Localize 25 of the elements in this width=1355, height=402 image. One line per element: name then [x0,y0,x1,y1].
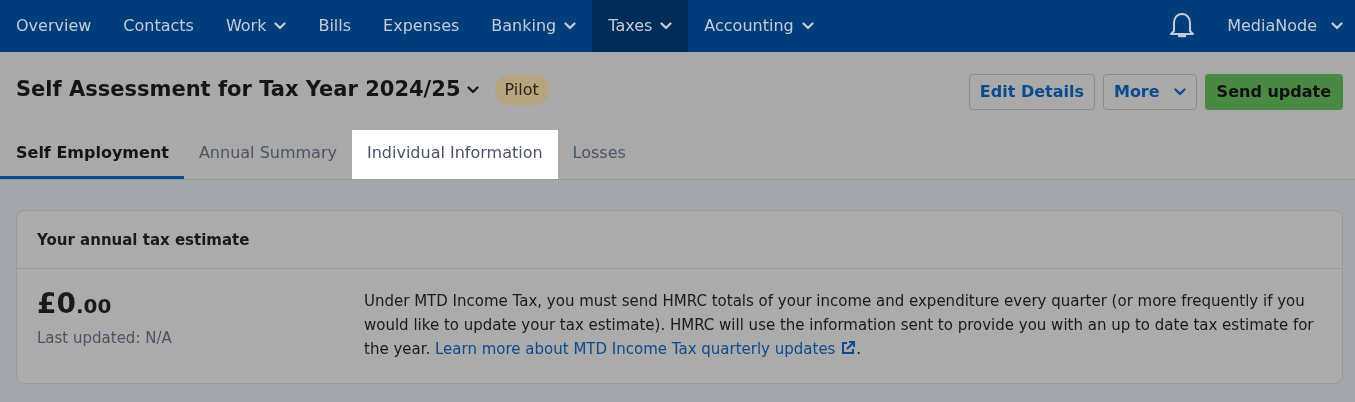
chevron-icon [466,85,479,94]
more-dropdown-button[interactable]: More [1102,74,1197,110]
chevron-icon [1331,22,1343,30]
status-badge: Pilot [494,74,549,105]
nav-item[interactable]: Work [209,0,303,52]
nav-item[interactable]: Taxes [592,0,689,52]
description-text: Under MTD Income Tax, you must send HMRC totals of your income and expenditure every quarter (or more frequently if you would like to update your tax estimate). HMRC will use the information sent to provide you with an up to date tax estimate for the year. Learn more about MTD Income Tax quarterly updates . [364,290,1315,360]
external-link-icon [840,339,857,356]
last-updated-text: Last updated: N/A [37,328,173,350]
nav-item[interactable]: Accounting [688,0,830,52]
nav-item[interactable]: Bills [302,0,368,52]
learn-more-link[interactable]: Learn more about MTD Income Tax quarterly updates [435,339,857,358]
nav-item[interactable]: Expenses [367,0,476,52]
tab[interactable]: Annual Summary [183,130,352,179]
chevron-icon [1173,88,1186,96]
edit-details-button[interactable]: Edit Details [968,74,1095,110]
title-dropdown[interactable]: Self Assessment for Tax Year 2024/25 [16,74,479,106]
nav-item[interactable]: Overview [0,0,108,52]
card-title: Your annual tax estimate [17,211,1342,269]
nav-item[interactable]: Contacts [107,0,210,52]
send-update-button[interactable]: Send update [1204,74,1343,110]
account-menu[interactable]: MediaNode [1205,0,1355,52]
nav-item[interactable]: Banking [475,0,593,52]
tab[interactable]: Individual Information [351,130,558,179]
tax-amount: £0.00 [37,288,113,320]
